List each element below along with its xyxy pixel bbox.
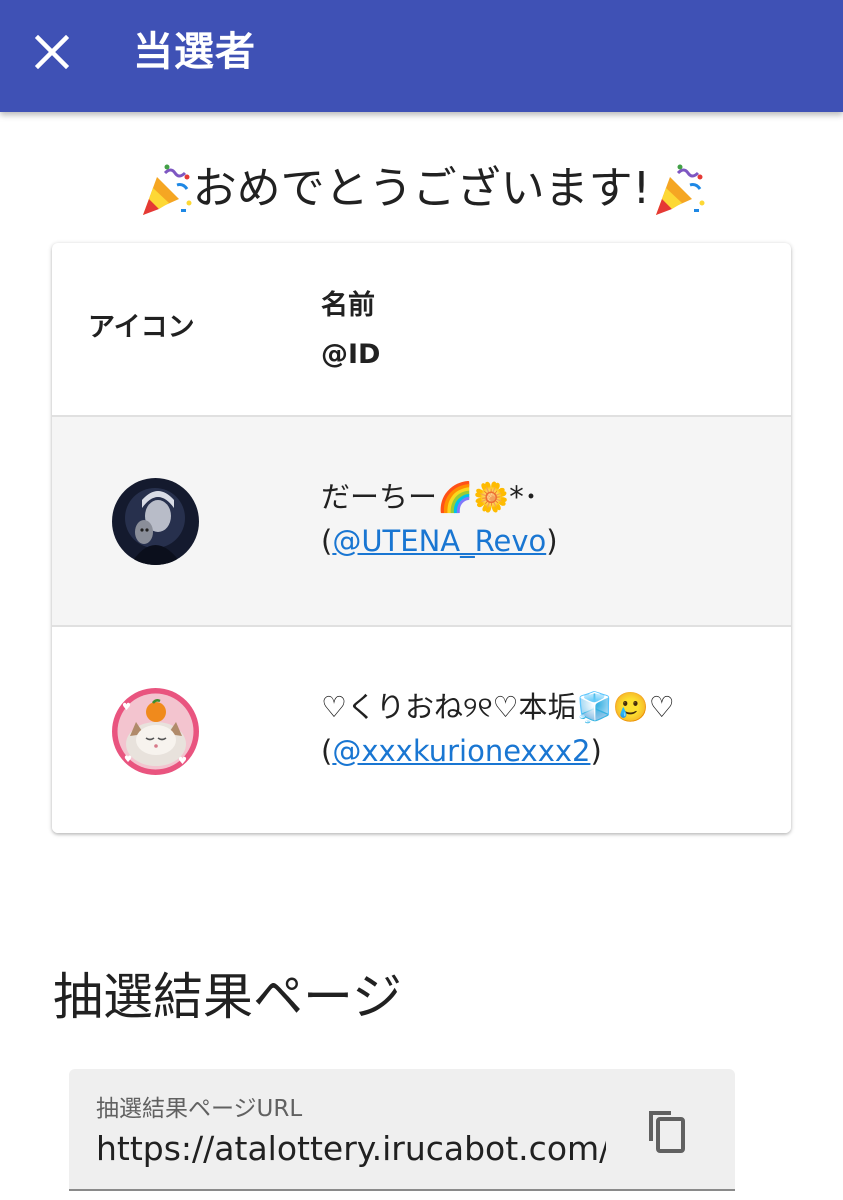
winner-id-link[interactable]: @xxxkurionexxx2 bbox=[332, 734, 590, 768]
winners-table: アイコン 名前 @ID だーちー🌈🌼*･ (@UTENA_Revo) ♥ ♥ ♥… bbox=[52, 243, 791, 833]
congrats-text: おめでとうございます! bbox=[192, 163, 651, 214]
winner-name: ♡くりおね୨୧♡本垢🧊🥲♡ bbox=[321, 690, 675, 724]
table-row[interactable]: ♥ ♥ ♥ ♡くりおね୨୧♡本垢🧊🥲♡ (@xxxkurionexxx2) bbox=[52, 627, 791, 833]
copy-button[interactable] bbox=[635, 1099, 699, 1163]
svg-text:♥: ♥ bbox=[178, 756, 187, 767]
avatar bbox=[112, 478, 199, 565]
winner-id: (@xxxkurionexxx2) bbox=[321, 734, 602, 768]
table-row[interactable]: だーちー🌈🌼*･ (@UTENA_Revo) bbox=[52, 417, 791, 627]
close-button[interactable] bbox=[20, 20, 84, 84]
winner-id: (@UTENA_Revo) bbox=[321, 524, 558, 558]
field-label: 抽選結果ページURL bbox=[96, 1096, 303, 1122]
close-icon bbox=[35, 35, 69, 69]
result-url-input[interactable]: https://atalottery.irucabot.com/r bbox=[96, 1127, 606, 1171]
svg-text:♥: ♥ bbox=[122, 702, 131, 713]
header-id: @ID bbox=[321, 339, 381, 370]
party-popper-icon bbox=[142, 164, 192, 215]
app-bar: 当選者 bbox=[0, 0, 843, 112]
party-popper-icon bbox=[656, 164, 705, 215]
congrats-heading: おめでとうございます! bbox=[0, 157, 843, 221]
winner-name: だーちー🌈🌼*･ bbox=[321, 480, 539, 514]
svg-text:♥: ♥ bbox=[124, 755, 132, 765]
section-title: 抽選結果ページ bbox=[53, 968, 402, 1026]
table-header: アイコン 名前 @ID bbox=[52, 243, 791, 417]
avatar: ♥ ♥ ♥ bbox=[112, 688, 199, 775]
result-url-field[interactable]: 抽選結果ページURL https://atalottery.irucabot.c… bbox=[69, 1069, 735, 1191]
page-title: 当選者 bbox=[133, 29, 256, 75]
header-icon: アイコン bbox=[88, 312, 195, 343]
copy-icon bbox=[649, 1111, 685, 1153]
winner-id-link[interactable]: @UTENA_Revo bbox=[332, 524, 546, 558]
header-name: 名前 bbox=[321, 290, 375, 321]
